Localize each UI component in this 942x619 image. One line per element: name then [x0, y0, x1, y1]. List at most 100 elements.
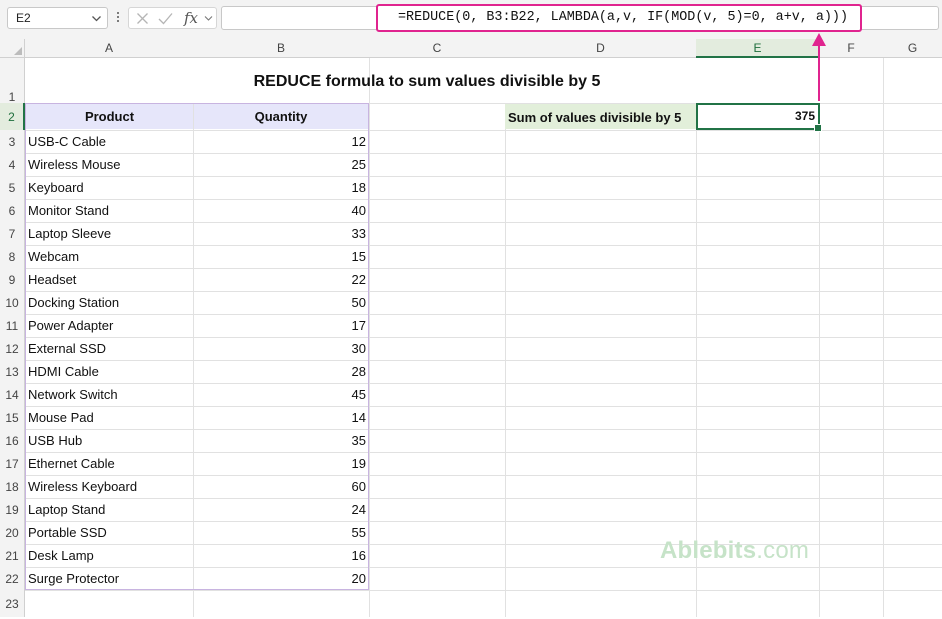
row-header-18[interactable]: 18: [0, 475, 25, 498]
product-cell[interactable]: External SSD: [28, 341, 106, 356]
grid-line: [25, 176, 942, 177]
product-cell[interactable]: Wireless Keyboard: [28, 479, 137, 494]
quantity-cell[interactable]: 50: [194, 295, 366, 310]
product-cell[interactable]: Network Switch: [28, 387, 118, 402]
grid-line: [25, 452, 942, 453]
cancel-icon[interactable]: [136, 12, 149, 25]
grid-line: [25, 291, 942, 292]
row-header-8[interactable]: 8: [0, 245, 25, 268]
column-header-c[interactable]: C: [369, 39, 505, 58]
quantity-cell[interactable]: 33: [194, 226, 366, 241]
result-cell[interactable]: 375: [696, 103, 822, 132]
row-header-15[interactable]: 15: [0, 406, 25, 429]
grid-line: [25, 567, 942, 568]
formula-highlight-box: =REDUCE(0, B3:B22, LAMBDA(a,v, IF(MOD(v,…: [376, 4, 862, 32]
grid-line: [25, 337, 942, 338]
quantity-cell[interactable]: 24: [194, 502, 366, 517]
row-header-16[interactable]: 16: [0, 429, 25, 452]
row-header-10[interactable]: 10: [0, 291, 25, 314]
quantity-cell[interactable]: 25: [194, 157, 366, 172]
grid-line: [25, 521, 942, 522]
row-header-12[interactable]: 12: [0, 337, 25, 360]
product-cell[interactable]: USB Hub: [28, 433, 82, 448]
name-box-value: E2: [16, 11, 31, 25]
quantity-cell[interactable]: 45: [194, 387, 366, 402]
product-cell[interactable]: Wireless Mouse: [28, 157, 120, 172]
row-header-11[interactable]: 11: [0, 314, 25, 337]
row-header-3[interactable]: 3: [0, 130, 25, 153]
quantity-cell[interactable]: 22: [194, 272, 366, 287]
product-cell[interactable]: Monitor Stand: [28, 203, 109, 218]
quantity-cell[interactable]: 28: [194, 364, 366, 379]
chevron-down-icon: [204, 16, 213, 21]
grid-line: [25, 245, 942, 246]
product-cell[interactable]: Docking Station: [28, 295, 119, 310]
column-header-f[interactable]: F: [819, 39, 883, 58]
product-cell[interactable]: USB-C Cable: [28, 134, 106, 149]
quantity-cell[interactable]: 60: [194, 479, 366, 494]
row-header-21[interactable]: 21: [0, 544, 25, 567]
row-header-5[interactable]: 5: [0, 176, 25, 199]
row-header-9[interactable]: 9: [0, 268, 25, 291]
product-cell[interactable]: Laptop Sleeve: [28, 226, 111, 241]
row-header-6[interactable]: 6: [0, 199, 25, 222]
enter-icon[interactable]: [158, 12, 173, 25]
grid-line: [25, 429, 942, 430]
formula-text[interactable]: =REDUCE(0, B3:B22, LAMBDA(a,v, IF(MOD(v,…: [398, 10, 848, 25]
quantity-cell[interactable]: 40: [194, 203, 366, 218]
column-header-b[interactable]: B: [193, 39, 369, 58]
quantity-cell[interactable]: 14: [194, 410, 366, 425]
row-header-13[interactable]: 13: [0, 360, 25, 383]
row-header-4[interactable]: 4: [0, 153, 25, 176]
row-header-22[interactable]: 22: [0, 567, 25, 590]
quantity-cell[interactable]: 12: [194, 134, 366, 149]
quantity-cell[interactable]: 17: [194, 318, 366, 333]
product-cell[interactable]: Ethernet Cable: [28, 456, 115, 471]
product-cell[interactable]: Webcam: [28, 249, 79, 264]
insert-function-icon[interactable]: fx: [184, 9, 198, 27]
column-header-g[interactable]: G: [883, 39, 942, 58]
row-header-19[interactable]: 19: [0, 498, 25, 521]
column-header-d[interactable]: D: [505, 39, 696, 58]
product-cell[interactable]: Laptop Stand: [28, 502, 105, 517]
quantity-cell[interactable]: 16: [194, 548, 366, 563]
quantity-cell[interactable]: 19: [194, 456, 366, 471]
quantity-cell[interactable]: 35: [194, 433, 366, 448]
row-header-2[interactable]: 2: [0, 103, 25, 130]
result-label[interactable]: Sum of values divisible by 5: [505, 104, 696, 129]
quantity-cell[interactable]: 30: [194, 341, 366, 356]
product-cell[interactable]: Headset: [28, 272, 76, 287]
select-all-corner[interactable]: [0, 39, 25, 58]
header-quantity[interactable]: Quantity: [194, 104, 368, 129]
grid-line: [25, 360, 942, 361]
quantity-cell[interactable]: 18: [194, 180, 366, 195]
product-cell[interactable]: Desk Lamp: [28, 548, 94, 563]
column-header-a[interactable]: A: [25, 39, 193, 58]
product-cell[interactable]: HDMI Cable: [28, 364, 99, 379]
product-cell[interactable]: Surge Protector: [28, 571, 119, 586]
grid-line: [25, 406, 942, 407]
grid-line: [25, 590, 942, 591]
row-header-1[interactable]: 1: [0, 58, 25, 104]
quantity-cell[interactable]: 20: [194, 571, 366, 586]
row-header-14[interactable]: 14: [0, 383, 25, 406]
column-header-e[interactable]: E: [696, 39, 819, 58]
fill-handle[interactable]: [814, 124, 822, 132]
product-cell[interactable]: Mouse Pad: [28, 410, 94, 425]
row-header-20[interactable]: 20: [0, 521, 25, 544]
quantity-cell[interactable]: 55: [194, 525, 366, 540]
product-cell[interactable]: Keyboard: [28, 180, 84, 195]
row-header-23[interactable]: 23: [0, 590, 25, 617]
sheet-title: REDUCE formula to sum values divisible b…: [253, 73, 601, 90]
more-options-icon[interactable]: [115, 10, 121, 26]
product-cell[interactable]: Portable SSD: [28, 525, 107, 540]
name-box[interactable]: E2: [7, 7, 108, 29]
row-header-17[interactable]: 17: [0, 452, 25, 475]
row-header-7[interactable]: 7: [0, 222, 25, 245]
grid-line: [25, 383, 942, 384]
quantity-cell[interactable]: 15: [194, 249, 366, 264]
formula-bar: E2 fx =REDUCE(0, B3:B22, LAMBDA(a,v, IF(…: [0, 0, 942, 39]
header-product[interactable]: Product: [26, 104, 193, 129]
product-cell[interactable]: Power Adapter: [28, 318, 113, 333]
grid-line: [25, 314, 942, 315]
